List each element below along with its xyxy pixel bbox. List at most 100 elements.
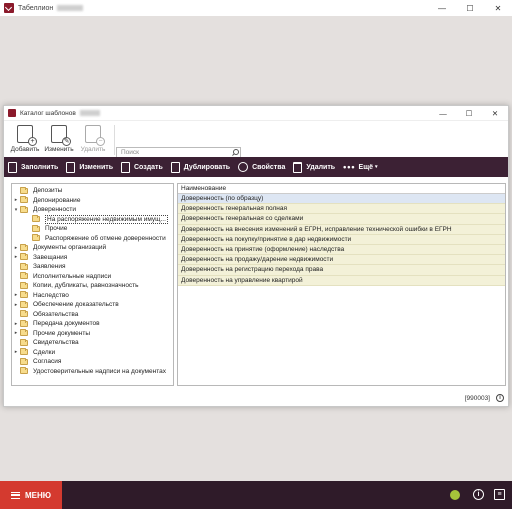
tree-item[interactable]: Обязательства — [12, 310, 173, 320]
tree-item-label: Доверенности — [33, 206, 76, 214]
folder-icon — [20, 329, 28, 337]
info-icon[interactable]: i — [496, 394, 504, 402]
more-action-label: Ещё — [358, 163, 373, 171]
list-item[interactable]: Доверенность на управление квартирой — [178, 275, 505, 286]
list-item[interactable]: Доверенность на покупку/принятие в дар н… — [178, 234, 505, 245]
template-catalog-dialog: Каталог шаблонов — ☐ ✕ + Добавить ✎ Изме… — [3, 105, 509, 407]
list-item[interactable]: Доверенность генеральная полная — [178, 204, 505, 215]
tree-item[interactable]: Свидетельства — [12, 338, 173, 348]
tree-item[interactable]: Депозиты — [12, 186, 173, 196]
delete-label: Удалить — [80, 146, 106, 153]
tree-item[interactable]: ▸ Документы организаций — [12, 243, 173, 253]
delete-button[interactable]: − Удалить — [76, 125, 110, 153]
tree-item[interactable]: ▸ Депонирование — [12, 196, 173, 206]
tree-item[interactable]: ▸ Передача документов — [12, 319, 173, 329]
app-titlebar: Табеллион — ☐ ✕ — [0, 0, 512, 16]
expand-arrow-icon[interactable]: ▸ — [12, 302, 20, 308]
tree-item[interactable]: ▾ Доверенности — [12, 205, 173, 215]
expand-arrow-icon[interactable]: ▸ — [12, 321, 20, 327]
folder-icon — [20, 310, 28, 318]
properties-action[interactable]: Свойства — [238, 162, 285, 172]
tree-item[interactable]: ▸ Завещания — [12, 253, 173, 263]
list-item[interactable]: Доверенность генеральная со сделками — [178, 214, 505, 225]
tree-item[interactable]: Распоряжение об отмене доверенности — [12, 234, 173, 244]
menu-label: МЕНЮ — [24, 490, 52, 500]
dialog-status: [990003] i — [465, 394, 504, 402]
collapse-arrow-icon[interactable]: ▾ — [12, 207, 20, 213]
search-icon[interactable] — [230, 148, 240, 158]
close-button[interactable]: ✕ — [484, 0, 512, 16]
list-item[interactable]: Доверенность на регистрацию перехода пра… — [178, 265, 505, 276]
dialog-close-button[interactable]: ✕ — [482, 106, 508, 121]
edit-document-icon: ✎ — [51, 125, 71, 146]
folder-icon — [20, 300, 28, 308]
app-title: Табеллион — [18, 4, 54, 12]
dialog-minimize-button[interactable]: — — [430, 106, 456, 121]
list-item[interactable]: Доверенность на внесения изменений в ЕГР… — [178, 224, 505, 235]
info-icon[interactable]: i — [473, 489, 484, 500]
menu-button[interactable]: МЕНЮ — [0, 481, 62, 509]
duplicate-icon — [170, 161, 180, 173]
tree-item[interactable]: ▸ Наследство — [12, 291, 173, 301]
create-action-label: Создать — [134, 163, 163, 171]
app-logo-icon — [4, 3, 14, 13]
tree-item[interactable]: Согласия — [12, 357, 173, 367]
new-document-icon — [121, 161, 130, 173]
fill-action-label: Заполнить — [21, 163, 59, 171]
list-item[interactable]: Доверенность на принятие (оформление) на… — [178, 244, 505, 256]
minimize-button[interactable]: — — [428, 0, 456, 16]
tree-item[interactable]: На распоряжение недвижимым имущ... — [12, 214, 173, 225]
dialog-toolbar: + Добавить ✎ Изменить − Удалить — [4, 121, 508, 159]
list-column-header[interactable]: Наименование — [178, 184, 505, 194]
more-action[interactable]: ••• Ещё ▾ — [343, 162, 377, 172]
folder-icon — [20, 253, 28, 261]
expand-arrow-icon[interactable]: ▸ — [12, 292, 20, 298]
tree-item[interactable]: Копии, дубликаты, равнозначность — [12, 281, 173, 291]
expand-arrow-icon[interactable]: ▸ — [12, 330, 20, 336]
dialog-maximize-button[interactable]: ☐ — [456, 106, 482, 121]
folder-icon — [32, 234, 40, 242]
tree-item-label: Свидетельства — [33, 339, 79, 347]
tree-item[interactable]: Удостоверительные надписи на документах — [12, 367, 173, 377]
folder-icon — [20, 291, 28, 299]
bottom-bar: МЕНЮ i ≡ — [0, 481, 512, 509]
tree-item[interactable]: ▸ Прочие документы — [12, 329, 173, 339]
create-action[interactable]: Создать — [121, 161, 163, 173]
dialog-window-controls: — ☐ ✕ — [430, 106, 508, 121]
tree-item[interactable]: Прочие — [12, 224, 173, 234]
fill-document-icon — [8, 161, 17, 173]
delete-action[interactable]: Удалить — [293, 161, 335, 173]
tree-item-label: Документы организаций — [33, 244, 107, 252]
fill-action[interactable]: Заполнить — [8, 161, 59, 173]
tree-item-label: На распоряжение недвижимым имущ... — [45, 214, 168, 224]
template-list: Наименование Доверенность (по образцу) До… — [177, 183, 506, 386]
tree-item[interactable]: Исполнительные надписи — [12, 272, 173, 282]
folder-icon — [20, 367, 28, 375]
notes-icon[interactable]: ≡ — [494, 489, 505, 500]
category-tree: Депозиты ▸ Депонирование ▾ Доверенности На ра… — [11, 183, 174, 386]
tree-item-label: Заявления — [33, 263, 66, 271]
maximize-button[interactable]: ☐ — [456, 0, 484, 16]
folder-icon — [20, 186, 28, 194]
change-action[interactable]: Изменить — [66, 161, 113, 173]
tree-item[interactable]: ▸ Сделки — [12, 348, 173, 358]
tree-item-label: Депозиты — [33, 187, 63, 195]
folder-icon — [20, 281, 28, 289]
status-code: [990003] — [464, 394, 490, 402]
tree-item-label: Удостоверительные надписи на документах — [33, 367, 166, 375]
list-item[interactable]: Доверенность на продажу/дарение недвижим… — [178, 255, 505, 266]
status-indicator-icon[interactable] — [450, 490, 460, 500]
expand-arrow-icon[interactable]: ▸ — [12, 254, 20, 260]
tree-item-label: Передача документов — [33, 320, 100, 328]
expand-arrow-icon[interactable]: ▸ — [12, 349, 20, 355]
duplicate-action[interactable]: Дублировать — [170, 161, 230, 173]
expand-arrow-icon[interactable]: ▸ — [12, 245, 20, 251]
tree-item[interactable]: ▸ Обеспечение доказательств — [12, 300, 173, 310]
search-input[interactable] — [117, 149, 230, 156]
tree-item-label: Депонирование — [33, 196, 81, 204]
tree-item[interactable]: Заявления — [12, 262, 173, 272]
add-button[interactable]: + Добавить — [8, 125, 42, 153]
expand-arrow-icon[interactable]: ▸ — [12, 197, 20, 203]
edit-button[interactable]: ✎ Изменить — [42, 125, 76, 153]
list-item[interactable]: Доверенность (по образцу) — [178, 194, 505, 205]
